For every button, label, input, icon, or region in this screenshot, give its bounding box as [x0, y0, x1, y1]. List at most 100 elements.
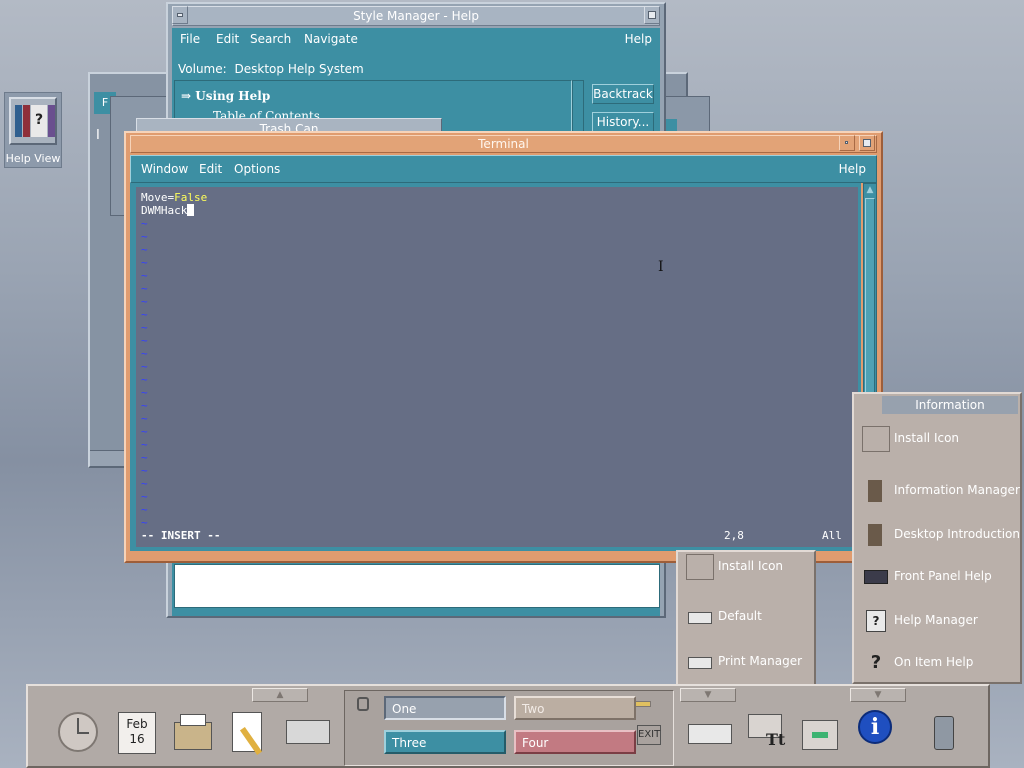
tilde-line: ~ — [141, 282, 148, 295]
tilde-line: ~ — [141, 516, 148, 529]
toc-using-help[interactable]: ⇒ Using Help — [181, 89, 270, 103]
menu-search[interactable]: Search — [250, 32, 291, 46]
tilde-line: ~ — [141, 230, 148, 243]
terminal-titlebar[interactable]: Terminal — [130, 135, 877, 153]
terminal-menubar: Window Edit Options Help — [130, 155, 877, 183]
menu-edit[interactable]: Edit — [199, 162, 222, 176]
info-item-label: Front Panel Help — [894, 569, 992, 583]
install-icon-icon — [862, 426, 890, 452]
tilde-line: ~ — [141, 308, 148, 321]
text-cursor-icon: I — [96, 128, 100, 143]
info-item-label: Information Manager — [894, 483, 1020, 497]
info-item-label: Install Icon — [894, 431, 960, 445]
tilde-line: ~ — [141, 217, 148, 230]
minimize-icon — [845, 141, 848, 144]
tilde-line: ~ — [141, 321, 148, 334]
mailer-icon[interactable] — [282, 706, 338, 762]
info-item-label: Help Manager — [894, 613, 978, 627]
print-manager-label: Print Manager — [718, 654, 803, 668]
workspace-three-button[interactable]: Three — [384, 730, 506, 754]
subpanel-down-arrow-icon[interactable]: ▼ — [680, 688, 736, 702]
tilde-line: ~ — [141, 269, 148, 282]
books-icon: ? — [9, 97, 57, 145]
tilde-line: ~ — [141, 243, 148, 256]
calendar-month: Feb — [126, 717, 148, 731]
lock-icon[interactable] — [357, 697, 369, 711]
information-icon[interactable]: i — [850, 706, 906, 762]
printer-subpanel: Install Icon Default Print Manager — [676, 550, 816, 686]
front-panel: ▲ ▼ ▼ Feb 16 EXIT One Two Three Four Tt — [26, 684, 990, 768]
clock-icon[interactable] — [52, 706, 108, 762]
help-books-icon: ? — [862, 608, 890, 634]
calendar-day: 16 — [129, 732, 145, 746]
terminal-body: Move=False DWMHack ~ ~ ~ ~ ~ ~ ~ ~ ~ ~ ~ ~ ~ ~ ~ ~ ~ ~ ~ ~ ~… — [130, 183, 861, 551]
print-manager-icon — [686, 649, 714, 675]
status-mode: -- INSERT -- — [141, 529, 221, 542]
printer-icon — [686, 604, 714, 630]
trash-can-icon[interactable] — [918, 706, 974, 762]
text-editor-icon[interactable] — [224, 706, 280, 762]
tilde-line: ~ — [141, 490, 148, 503]
tilde-line: ~ — [141, 347, 148, 360]
tilde-line: ~ — [141, 295, 148, 308]
calendar-icon[interactable]: Feb 16 — [112, 706, 168, 762]
minimize-button[interactable] — [839, 135, 855, 151]
book-icon — [862, 478, 890, 504]
help-window-titlebar[interactable]: Style Manager - Help — [172, 6, 660, 26]
subpanel-down-arrow-icon[interactable]: ▼ — [850, 688, 906, 702]
help-window-title: Style Manager - Help — [353, 9, 479, 23]
window-menu-button[interactable] — [172, 6, 188, 24]
menu-help[interactable]: Help — [839, 162, 866, 176]
menu-navigate[interactable]: Navigate — [304, 32, 358, 46]
line1-value: False — [174, 191, 208, 204]
menu-help[interactable]: Help — [625, 32, 652, 46]
menu-edit[interactable]: Edit — [216, 32, 239, 46]
maximize-button[interactable] — [644, 6, 660, 24]
tilde-line: ~ — [141, 503, 148, 516]
workspace-two-button[interactable]: Two — [514, 696, 636, 720]
tilde-line: ~ — [141, 373, 148, 386]
help-menubar: File Edit Search Navigate Help — [172, 28, 660, 52]
tilde-line: ~ — [141, 464, 148, 477]
tilde-line: ~ — [141, 425, 148, 438]
info-item-label: Desktop Introduction — [894, 527, 1020, 541]
tilde-line: ~ — [141, 334, 148, 347]
backtrack-button[interactable]: Backtrack — [592, 84, 654, 104]
information-title: Information — [882, 396, 1018, 414]
text-line-2: DWMHack — [141, 204, 195, 218]
terminal-screen[interactable]: Move=False DWMHack ~ ~ ~ ~ ~ ~ ~ ~ ~ ~ ~ ~ ~ ~ ~ ~ ~ ~ ~ ~ ~… — [136, 187, 858, 547]
info-item-label: On Item Help — [894, 655, 974, 669]
workspace-four-button[interactable]: Four — [514, 730, 636, 754]
install-icon-icon — [686, 554, 714, 580]
maximize-icon — [863, 139, 871, 147]
menu-options[interactable]: Options — [234, 162, 280, 176]
tilde-line: ~ — [141, 256, 148, 269]
terminal-title: Terminal — [478, 137, 529, 151]
history-button[interactable]: History... — [592, 112, 654, 132]
scroll-up-icon[interactable]: ▲ — [865, 184, 875, 196]
maximize-button[interactable] — [859, 135, 875, 151]
toc-scrollbar[interactable] — [572, 80, 584, 136]
tilde-line: ~ — [141, 477, 148, 490]
window-menu-icon — [177, 13, 183, 17]
application-manager-icon[interactable] — [794, 706, 850, 762]
style-manager-icon[interactable]: Tt — [740, 706, 796, 762]
information-subpanel: Information Install Icon Information Man… — [852, 392, 1022, 684]
status-position: 2,8 — [724, 529, 744, 542]
text-cursor — [187, 204, 195, 216]
printer-icon[interactable] — [684, 706, 740, 762]
question-arrow-icon: ? — [870, 652, 882, 673]
exit-button[interactable]: EXIT — [637, 725, 661, 745]
tilde-line: ~ — [141, 399, 148, 412]
menu-file[interactable]: File — [180, 32, 200, 46]
default-printer-label: Default — [718, 609, 762, 623]
file-manager-icon[interactable] — [168, 706, 224, 762]
volume-line: Volume: Desktop Help System — [178, 62, 364, 76]
subpanel-up-arrow-icon[interactable]: ▲ — [252, 688, 308, 702]
terminal-window[interactable]: Terminal Window Edit Options Help Move=F… — [124, 131, 883, 563]
help-viewer-desktop-icon[interactable]: ? Help View — [4, 92, 62, 168]
workspace-one-button[interactable]: One — [384, 696, 506, 720]
menu-window[interactable]: Window — [141, 162, 188, 176]
help-topic-area — [174, 564, 660, 608]
volume-value: Desktop Help System — [234, 62, 364, 76]
